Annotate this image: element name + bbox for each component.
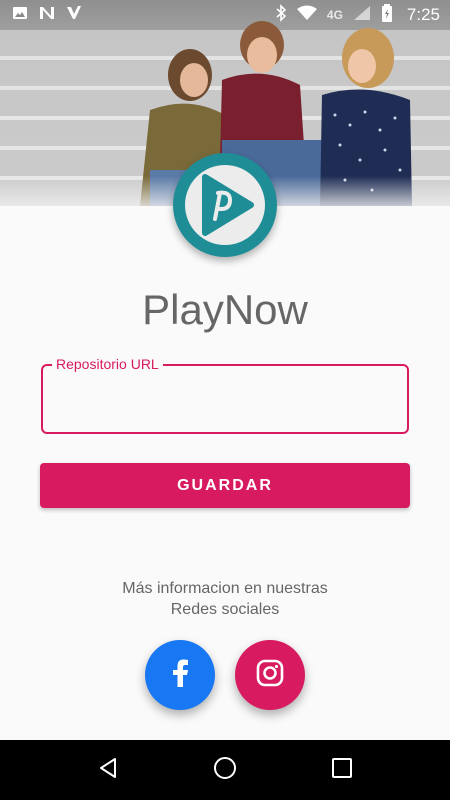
signal-icon [353,5,371,26]
home-button[interactable] [205,750,245,790]
bluetooth-icon [275,3,287,27]
clock: 7:25 [406,5,440,24]
recents-icon [331,757,353,784]
image-icon [12,5,28,26]
social-info-line1: Más informacion en nuestras [122,580,328,597]
social-info-line2: Redes sociales [170,601,280,618]
app-title: PlayNow [142,286,308,333]
n-icon [38,5,56,26]
wifi-icon [296,5,317,26]
facebook-button[interactable] [145,640,215,710]
playnow-logo-icon [173,153,277,257]
repo-url-field[interactable]: Repositorio URL [41,356,409,434]
back-button[interactable] [88,750,128,790]
repo-url-label: Repositorio URL [52,356,163,372]
status-bar: 4G 7:25 [0,0,450,30]
instagram-button[interactable] [235,640,305,710]
recents-button[interactable] [322,750,362,790]
network-type: 4G [326,8,343,22]
navigation-bar [0,740,450,800]
repo-url-input[interactable] [55,384,395,418]
battery-icon [381,3,393,27]
social-info-text: Más informacion en nuestras Redes social… [0,578,450,620]
check-icon [66,5,82,26]
back-icon [96,756,120,785]
home-icon [212,755,238,786]
save-button[interactable]: GUARDAR [40,463,410,508]
facebook-icon [168,659,192,692]
instagram-icon [256,659,284,692]
